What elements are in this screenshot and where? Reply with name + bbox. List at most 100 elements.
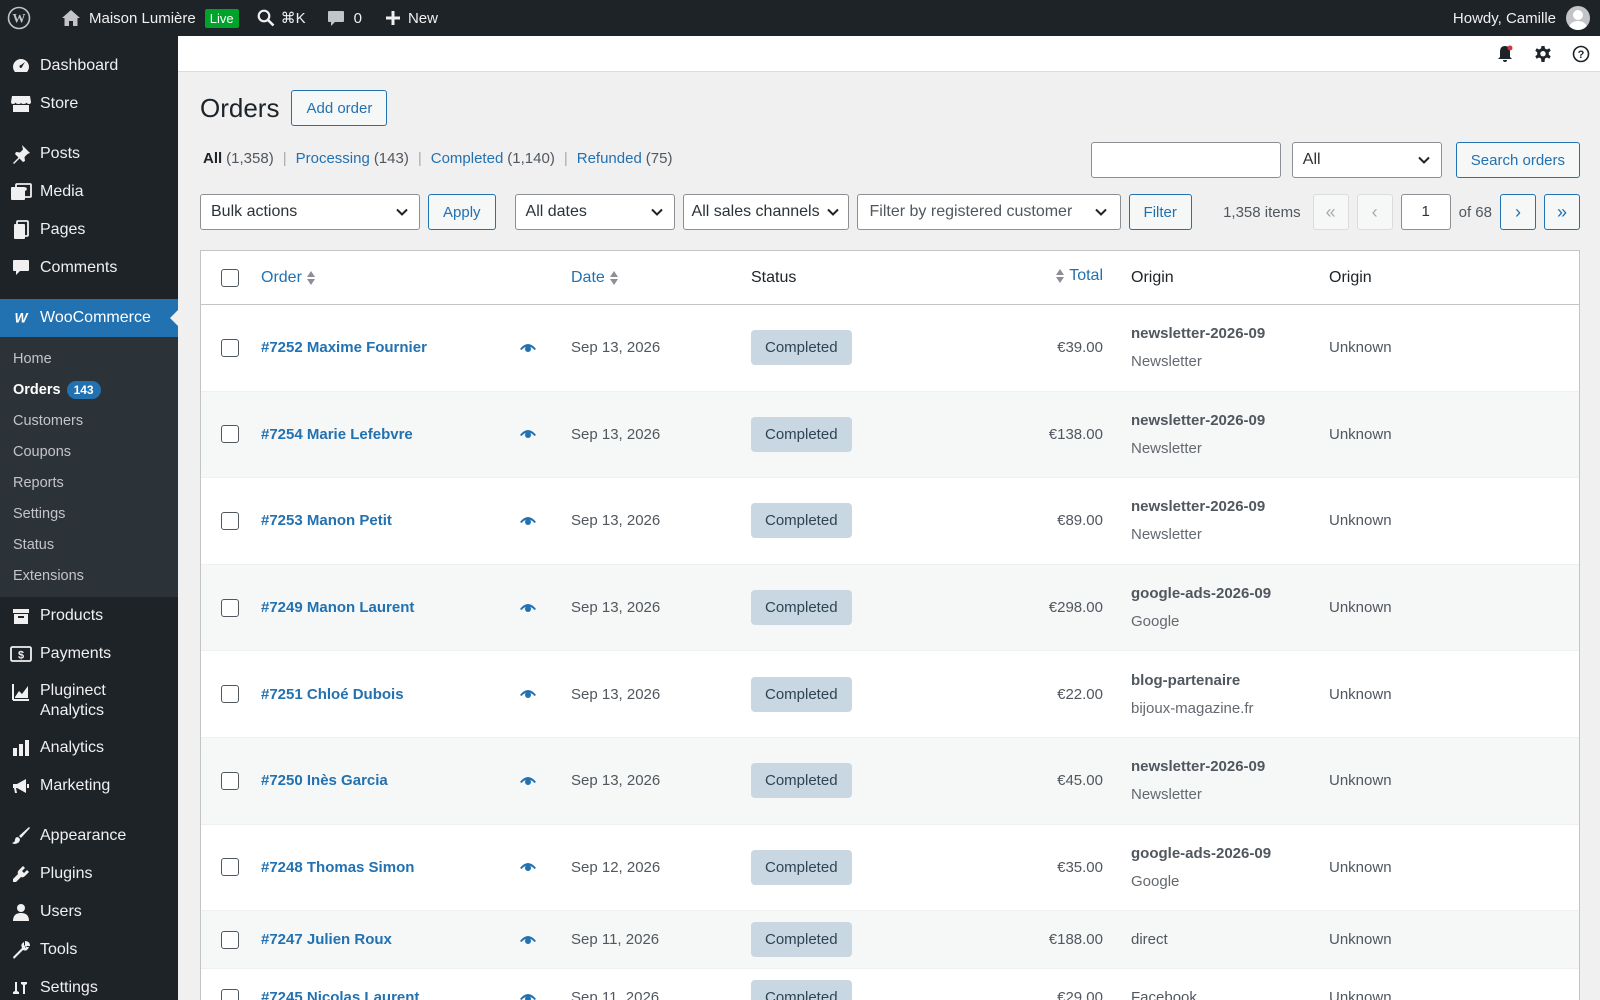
- row-checkbox[interactable]: [221, 511, 239, 530]
- submenu-item-extensions[interactable]: Extensions: [0, 560, 178, 591]
- menu-item-pages[interactable]: Pages: [0, 211, 178, 249]
- menu-item-store[interactable]: Store: [0, 85, 178, 123]
- menu-item-payments[interactable]: $ Payments: [0, 635, 178, 673]
- apply-button[interactable]: Apply: [428, 194, 496, 230]
- row-checkbox[interactable]: [221, 858, 239, 877]
- avatar[interactable]: [1566, 6, 1590, 30]
- row-checkbox[interactable]: [221, 338, 239, 357]
- menu-item-tools[interactable]: Tools: [0, 931, 178, 969]
- table-row[interactable]: #7254 Marie Lefebvre Sep 13, 2026 Comple…: [201, 391, 1579, 479]
- row-checkbox[interactable]: [221, 988, 239, 1000]
- help-icon[interactable]: ?: [1570, 43, 1592, 65]
- submenu-item-settings[interactable]: Settings: [0, 498, 178, 529]
- submenu-item-status[interactable]: Status: [0, 529, 178, 560]
- submenu-item-customers[interactable]: Customers: [0, 405, 178, 436]
- table-row[interactable]: #7245 Nicolas Laurent Sep 11, 2026 Compl…: [201, 969, 1579, 1000]
- table-row[interactable]: #7251 Chloé Dubois Sep 13, 2026 Complete…: [201, 651, 1579, 738]
- select-all-checkbox[interactable]: [221, 268, 239, 287]
- row-checkbox[interactable]: [221, 685, 239, 704]
- table-row[interactable]: #7253 Manon Petit Sep 13, 2026 Completed…: [201, 478, 1579, 565]
- current-page-input[interactable]: 1: [1400, 194, 1451, 230]
- next-page-button[interactable]: ›: [1500, 194, 1536, 230]
- table-row[interactable]: #7250 Inès Garcia Sep 13, 2026 Completed…: [201, 737, 1579, 825]
- submenu-item-orders[interactable]: Orders 143: [0, 374, 178, 405]
- howdy-text[interactable]: Howdy, Camille: [1453, 10, 1556, 27]
- menu-item-products[interactable]: Products: [0, 597, 178, 635]
- search-orders-input[interactable]: [1090, 142, 1281, 178]
- date-column-header[interactable]: Date: [571, 269, 619, 287]
- search-shortcut[interactable]: ⌘K: [249, 0, 314, 36]
- order-link[interactable]: #7245 Nicolas Laurent: [261, 989, 419, 1000]
- row-checkbox[interactable]: [221, 425, 239, 444]
- order-column-header[interactable]: Order: [261, 269, 316, 287]
- total-column-header[interactable]: Total: [1056, 267, 1103, 285]
- order-date: Sep 11, 2026: [571, 931, 660, 949]
- row-checkbox[interactable]: [221, 930, 239, 949]
- order-link[interactable]: #7254 Marie Lefebvre: [261, 426, 413, 443]
- dates-select[interactable]: All dates: [514, 194, 675, 230]
- table-row[interactable]: #7248 Thomas Simon Sep 12, 2026 Complete…: [201, 825, 1579, 912]
- wordpress-logo-icon[interactable]: W: [0, 0, 39, 36]
- preview-eye-icon[interactable]: [519, 934, 537, 946]
- order-link[interactable]: #7251 Chloé Dubois: [261, 686, 404, 703]
- filter-refunded-link[interactable]: Refunded: [577, 150, 642, 167]
- menu-item-posts[interactable]: Posts: [0, 135, 178, 173]
- notification-bell-icon[interactable]: [1494, 43, 1516, 65]
- bulk-actions-select[interactable]: Bulk actions: [200, 194, 420, 230]
- comments-link[interactable]: 0: [318, 0, 370, 36]
- preview-eye-icon[interactable]: [519, 688, 537, 700]
- order-link[interactable]: #7247 Julien Roux: [261, 931, 392, 948]
- submenu-item-coupons[interactable]: Coupons: [0, 436, 178, 467]
- preview-eye-icon[interactable]: [519, 342, 537, 354]
- status-badge: Completed: [751, 330, 852, 366]
- menu-item-appearance[interactable]: Appearance: [0, 817, 178, 855]
- preview-eye-icon[interactable]: [519, 515, 537, 527]
- table-row[interactable]: #7252 Maxime Fournier Sep 13, 2026 Compl…: [201, 305, 1579, 392]
- row-checkbox[interactable]: [221, 598, 239, 617]
- search-orders-button[interactable]: Search orders: [1455, 142, 1580, 178]
- submenu-item-home[interactable]: Home: [0, 343, 178, 374]
- customer-filter-select[interactable]: Filter by registered customer: [856, 194, 1121, 230]
- menu-item-users[interactable]: Users: [0, 893, 178, 931]
- order-link[interactable]: #7249 Manon Laurent: [261, 599, 414, 616]
- new-content-link[interactable]: New: [376, 0, 446, 36]
- table-row[interactable]: #7247 Julien Roux Sep 11, 2026 Completed…: [201, 911, 1579, 970]
- filter-completed-link[interactable]: Completed: [431, 150, 504, 167]
- first-page-button[interactable]: «: [1312, 194, 1349, 230]
- menu-item-woocommerce[interactable]: W WooCommerce: [0, 299, 178, 337]
- row-checkbox[interactable]: [221, 771, 239, 790]
- sales-channels-select[interactable]: All sales channels: [682, 194, 849, 230]
- menu-item-media[interactable]: Media: [0, 173, 178, 211]
- order-link[interactable]: #7253 Manon Petit: [261, 512, 392, 529]
- order-origin: Unknown: [1329, 931, 1392, 949]
- pin-icon: [10, 143, 32, 165]
- submenu-item-reports[interactable]: Reports: [0, 467, 178, 498]
- menu-item-analytics[interactable]: Analytics: [0, 729, 178, 767]
- menu-item-plugins[interactable]: Plugins: [0, 855, 178, 893]
- filter-processing-link[interactable]: Processing: [296, 150, 370, 167]
- prev-page-button[interactable]: ‹: [1356, 194, 1393, 230]
- menu-item-comments[interactable]: Comments: [0, 249, 178, 287]
- preview-eye-icon[interactable]: [519, 775, 537, 787]
- order-link[interactable]: #7250 Inès Garcia: [261, 772, 388, 789]
- preview-eye-icon[interactable]: [519, 992, 537, 1000]
- add-order-button[interactable]: Add order: [291, 90, 388, 126]
- order-link[interactable]: #7252 Maxime Fournier: [261, 339, 427, 356]
- site-name-link[interactable]: Maison Lumière Live: [53, 0, 247, 36]
- gear-icon[interactable]: [1532, 43, 1554, 65]
- preview-eye-icon[interactable]: [519, 602, 537, 614]
- plus-icon: [384, 9, 402, 27]
- preview-eye-icon[interactable]: [519, 861, 537, 873]
- order-link[interactable]: #7248 Thomas Simon: [261, 859, 414, 876]
- last-page-button[interactable]: »: [1544, 194, 1580, 230]
- table-row[interactable]: #7249 Manon Laurent Sep 13, 2026 Complet…: [201, 564, 1579, 652]
- attribution-medium: Newsletter: [1131, 526, 1202, 544]
- preview-eye-icon[interactable]: [519, 428, 537, 440]
- menu-item-settings[interactable]: Settings: [0, 969, 178, 1000]
- menu-item-marketing[interactable]: Marketing: [0, 767, 178, 805]
- filter-all-link[interactable]: All: [203, 150, 222, 167]
- menu-item-dashboard[interactable]: Dashboard: [0, 47, 178, 85]
- filter-button[interactable]: Filter: [1128, 194, 1192, 230]
- search-scope-select[interactable]: All: [1291, 142, 1442, 178]
- menu-item-pluginect-analytics[interactable]: Pluginect Analytics: [0, 673, 178, 729]
